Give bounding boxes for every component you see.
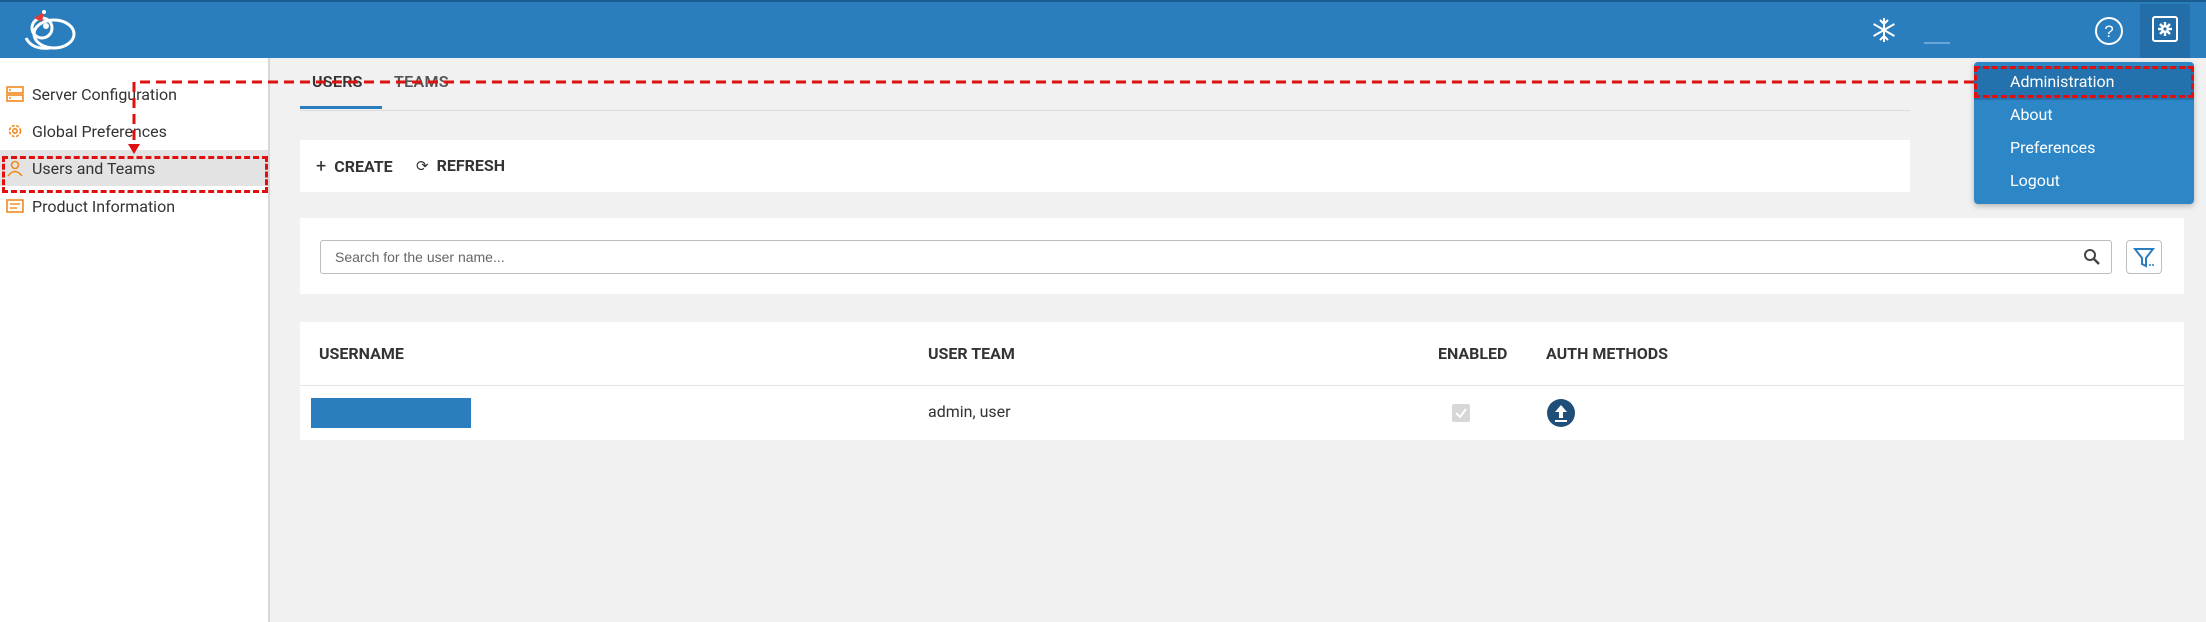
annotation-arrow (128, 80, 1974, 154)
